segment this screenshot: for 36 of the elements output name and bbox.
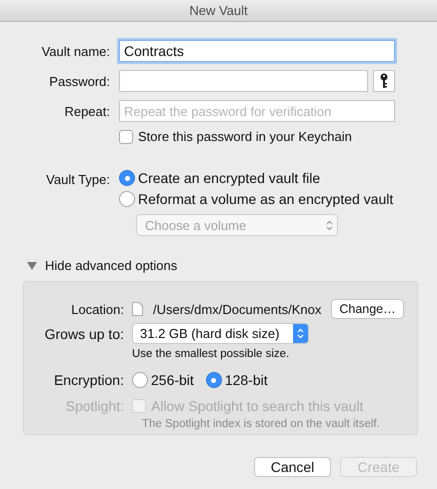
field-label: Spotlight: xyxy=(66,398,124,414)
text-field[interactable]: Contracts xyxy=(119,40,395,62)
checkbox-label: Allow Spotlight to search this vault xyxy=(151,398,364,414)
radio-label: Reformat a volume as an encrypted vault xyxy=(138,191,394,207)
change-button[interactable]: Change… xyxy=(331,299,404,319)
disclosure-toggle[interactable]: Hide advanced options xyxy=(27,258,437,273)
triangle-icon xyxy=(27,262,37,270)
field-label: Vault Type: xyxy=(46,172,110,187)
window-title: New Vault xyxy=(0,0,437,22)
text-field[interactable]: Repeat the password for verification xyxy=(119,100,395,122)
field-label: Encryption: xyxy=(54,372,124,388)
checkbox[interactable] xyxy=(119,130,133,144)
chevron-icon xyxy=(297,328,304,339)
field-label: Repeat: xyxy=(64,104,110,118)
password-field[interactable] xyxy=(119,70,368,92)
key-icon xyxy=(380,73,388,89)
hint-text: The Spotlight index is stored on the vault itself. xyxy=(142,418,381,430)
field-label: Vault name: xyxy=(42,44,110,58)
chevron-icon xyxy=(326,220,333,230)
hint-text: Use the smallest possible size. xyxy=(132,348,290,360)
radio-button[interactable] xyxy=(206,372,222,388)
radio-label: 128-bit xyxy=(224,372,268,388)
field-label: Password: xyxy=(49,74,110,88)
radio-button[interactable] xyxy=(119,191,135,207)
radio-button[interactable] xyxy=(132,372,148,388)
cancel-button[interactable]: Cancel xyxy=(254,457,331,477)
checkbox-label: Store this password in your Keychain xyxy=(138,129,352,144)
radio-label: Create an encrypted vault file xyxy=(138,170,320,186)
field-label: Location: xyxy=(71,302,124,316)
radio-button[interactable] xyxy=(119,170,135,186)
location-path: /Users/dmx/Documents/Knox xyxy=(153,302,322,316)
key-button[interactable] xyxy=(373,70,395,92)
radio-label: 256-bit xyxy=(151,372,194,388)
size-popup[interactable]: 31.2 GB (hard disk size) xyxy=(132,323,309,344)
field-label: Grows up to: xyxy=(44,326,124,342)
document-icon xyxy=(132,302,143,316)
